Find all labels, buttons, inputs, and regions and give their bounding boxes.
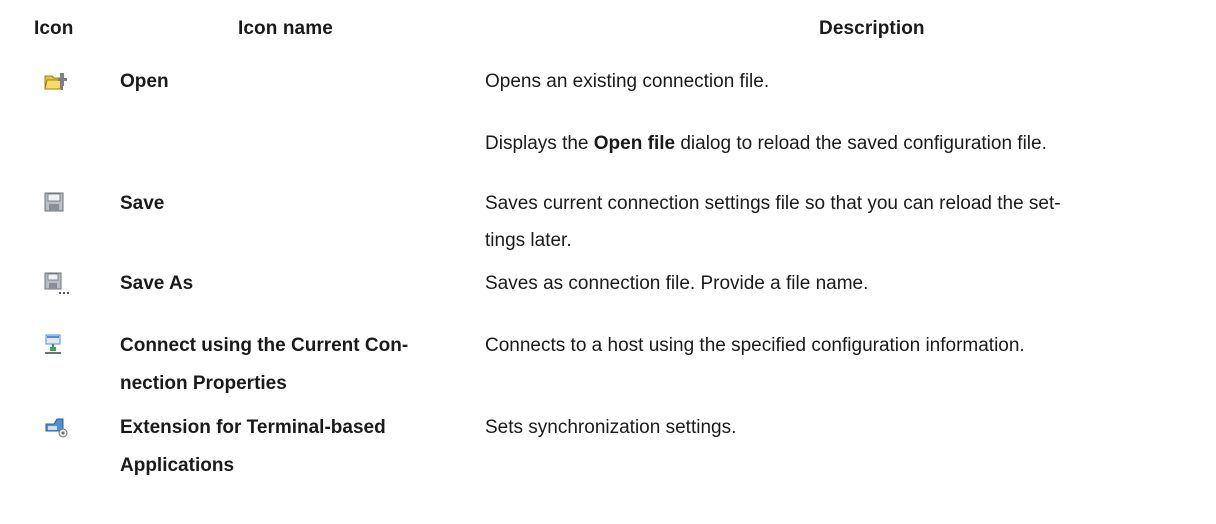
open-folder-icon xyxy=(44,70,67,92)
description-text: dialog to reload the saved configuration… xyxy=(675,133,1047,154)
connect-network-icon xyxy=(44,334,66,356)
save-as-disk-icon xyxy=(44,272,69,294)
terminal-extension-icon xyxy=(44,416,68,438)
row-description-save-as: Saves as connection file. Provide a file… xyxy=(485,273,869,294)
column-header-icon: Icon xyxy=(34,18,74,39)
row-name-save-as: Save As xyxy=(120,273,194,294)
row-name-save: Save xyxy=(120,193,165,214)
row-description-extension: Sets synchronization settings. xyxy=(485,417,737,438)
save-disk-icon xyxy=(44,192,66,214)
row-description-open-detail: Displays the Open file dialog to reload … xyxy=(485,127,1195,161)
description-text: Displays the xyxy=(485,133,594,154)
open-file-dialog-label: Open file xyxy=(593,133,676,154)
row-name-extension-line2: Applications xyxy=(120,455,235,476)
row-description-save-line2: tings later. xyxy=(485,230,572,251)
row-name-extension-line1: Extension for Terminal-based xyxy=(120,417,386,438)
column-header-icon-name: Icon name xyxy=(238,18,333,39)
row-name-open: Open xyxy=(120,71,169,92)
row-name-connect-line1: Connect using the Current Con- xyxy=(120,335,409,356)
row-description-save-line1: Saves current connection settings file s… xyxy=(485,193,1061,214)
icon-table: Icon Icon name Description Open Opens an… xyxy=(0,0,1216,524)
row-description-open: Opens an existing connection file. xyxy=(485,71,770,92)
row-name-connect-line2: nection Properties xyxy=(120,373,287,394)
row-description-connect: Connects to a host using the specified c… xyxy=(485,335,1025,356)
column-header-description: Description xyxy=(819,18,925,39)
